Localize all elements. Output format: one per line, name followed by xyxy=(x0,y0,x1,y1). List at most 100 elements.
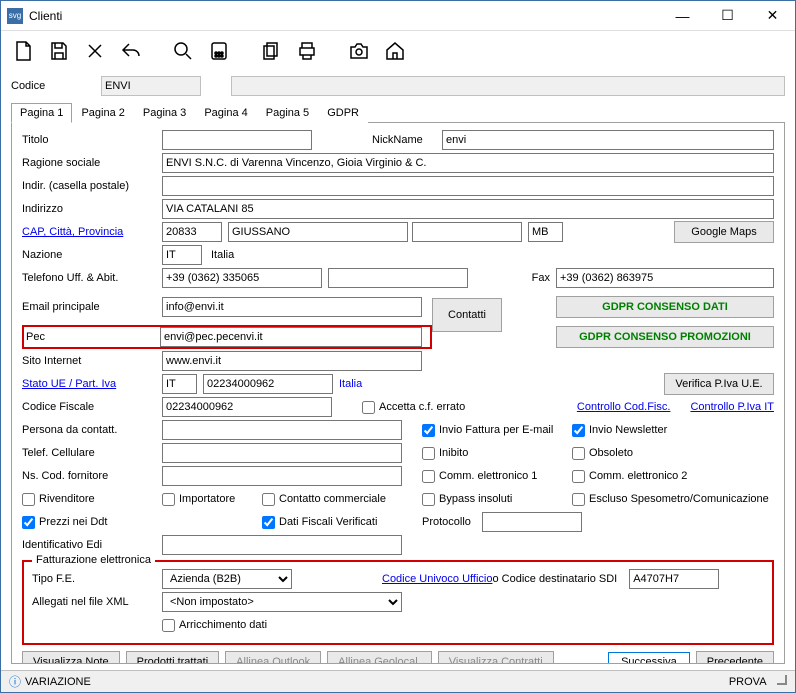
visualizza-note-button[interactable]: Visualizza Note xyxy=(22,651,120,664)
escluso-speso-checkbox[interactable]: Escluso Spesometro/Comunicazione xyxy=(572,493,769,506)
status-right-text: PROVA xyxy=(729,676,766,688)
tab-gdpr[interactable]: GDPR xyxy=(318,103,368,123)
stato-ue-code-input[interactable] xyxy=(162,374,197,394)
cap-input[interactable] xyxy=(162,222,222,242)
contatti-button[interactable]: Contatti xyxy=(432,298,502,332)
prezzi-ddt-checkbox[interactable]: Prezzi nei Ddt xyxy=(22,516,162,529)
gdpr-dati-button[interactable]: GDPR CONSENSO DATI xyxy=(556,296,774,318)
provincia-input[interactable] xyxy=(528,222,563,242)
invio-fattura-checkbox[interactable]: Invio Fattura per E-mail xyxy=(422,424,572,437)
titlebar: svg Clienti — ☐ ✕ xyxy=(1,1,795,31)
bypass-insoluti-checkbox[interactable]: Bypass insoluti xyxy=(422,493,572,506)
importatore-label: Importatore xyxy=(179,493,235,505)
ns-cod-forn-label: Ns. Cod. fornitore xyxy=(22,470,162,482)
importatore-checkbox[interactable]: Importatore xyxy=(162,493,262,506)
gdpr-promo-button[interactable]: GDPR CONSENSO PROMOZIONI xyxy=(556,326,774,348)
ragione-input[interactable] xyxy=(162,153,774,173)
allegati-select[interactable]: <Non impostato> xyxy=(162,592,402,612)
sito-input[interactable] xyxy=(162,351,422,371)
precedente-button[interactable]: Precedente xyxy=(696,651,774,664)
minimize-button[interactable]: — xyxy=(660,1,705,31)
controllo-codfisc-link[interactable]: Controllo Cod.Fisc. xyxy=(577,401,671,413)
citta-input[interactable] xyxy=(228,222,408,242)
tab-pagina5[interactable]: Pagina 5 xyxy=(257,103,318,123)
indir-postale-input[interactable] xyxy=(162,176,774,196)
tab-pagina3[interactable]: Pagina 3 xyxy=(134,103,195,123)
resize-grip-icon[interactable] xyxy=(777,675,787,685)
titolo-input[interactable] xyxy=(162,130,312,150)
tipo-fe-select[interactable]: Azienda (B2B) xyxy=(162,569,292,589)
edi-label: Identificativo Edi xyxy=(22,539,162,551)
undo-icon[interactable] xyxy=(117,37,145,65)
new-icon[interactable] xyxy=(9,37,37,65)
protocollo-input[interactable] xyxy=(482,512,582,532)
copy-icon[interactable] xyxy=(257,37,285,65)
comm-elettr1-checkbox[interactable]: Comm. elettronico 1 xyxy=(422,470,572,483)
arricchimento-label: Arricchimento dati xyxy=(179,619,267,631)
maximize-button[interactable]: ☐ xyxy=(705,1,750,31)
invio-newsletter-label: Invio Newsletter xyxy=(589,424,667,436)
delete-icon[interactable] xyxy=(81,37,109,65)
edi-input[interactable] xyxy=(162,535,402,555)
dati-fiscali-checkbox[interactable]: Dati Fiscali Verificati xyxy=(262,516,422,529)
google-maps-button[interactable]: Google Maps xyxy=(674,221,774,243)
nickname-input[interactable] xyxy=(442,130,774,150)
accetta-cf-checkbox[interactable]: Accetta c.f. errato xyxy=(362,401,465,414)
camera-icon[interactable] xyxy=(345,37,373,65)
telefono-uff-input[interactable] xyxy=(162,268,322,288)
stato-ue-link[interactable]: Stato UE / Part. Iva xyxy=(22,378,162,390)
successiva-button[interactable]: Successiva xyxy=(608,652,690,664)
comm-elettr2-label: Comm. elettronico 2 xyxy=(589,470,687,482)
rivenditore-checkbox[interactable]: Rivenditore xyxy=(22,493,162,506)
cod-fisc-input[interactable] xyxy=(162,397,332,417)
nazione-code-input[interactable] xyxy=(162,245,202,265)
persona-contatt-input[interactable] xyxy=(162,420,402,440)
email-label: Email principale xyxy=(22,301,162,313)
indirizzo-input[interactable] xyxy=(162,199,774,219)
calculator-icon[interactable] xyxy=(205,37,233,65)
prodotti-trattati-button[interactable]: Prodotti trattati xyxy=(126,651,220,664)
tipo-fe-label: Tipo F.E. xyxy=(32,573,162,585)
citta-extra-input[interactable] xyxy=(412,222,522,242)
fax-input[interactable] xyxy=(556,268,774,288)
comm-elettr2-checkbox[interactable]: Comm. elettronico 2 xyxy=(572,470,687,483)
verifica-piva-button[interactable]: Verifica P.Iva U.E. xyxy=(664,373,774,395)
codice-label: Codice xyxy=(11,80,101,92)
cellulare-input[interactable] xyxy=(162,443,402,463)
visualizza-contratti-button[interactable]: Visualizza Contratti xyxy=(438,651,554,664)
info-icon: ⓘ xyxy=(9,673,21,690)
codice-dest-input[interactable] xyxy=(629,569,719,589)
ns-cod-forn-input[interactable] xyxy=(162,466,402,486)
obsoleto-checkbox[interactable]: Obsoleto xyxy=(572,447,633,460)
dati-fiscali-label: Dati Fiscali Verificati xyxy=(279,516,377,528)
contatto-comm-checkbox[interactable]: Contatto commerciale xyxy=(262,493,422,506)
piva-input[interactable] xyxy=(203,374,333,394)
home-icon[interactable] xyxy=(381,37,409,65)
pec-input[interactable] xyxy=(160,327,422,347)
tab-pagina2[interactable]: Pagina 2 xyxy=(72,103,133,123)
print-icon[interactable] xyxy=(293,37,321,65)
nazione-label: Nazione xyxy=(22,249,162,261)
ragione-label: Ragione sociale xyxy=(22,157,162,169)
telefono-abit-input[interactable] xyxy=(328,268,468,288)
tab-pagina1[interactable]: Pagina 1 xyxy=(11,103,72,123)
codice-univoco-link[interactable]: Codice Univoco Ufficio xyxy=(382,573,492,585)
pec-label: Pec xyxy=(24,331,160,343)
arricchimento-checkbox[interactable]: Arricchimento dati xyxy=(162,619,267,632)
inibito-checkbox[interactable]: Inibito xyxy=(422,447,572,460)
cap-citta-link[interactable]: CAP, Città, Provincia xyxy=(22,226,162,238)
codice-input[interactable] xyxy=(101,76,201,96)
close-button[interactable]: ✕ xyxy=(750,1,795,31)
nazione-name xyxy=(208,245,774,265)
controllo-piva-it-link[interactable]: Controllo P.Iva IT xyxy=(690,401,774,413)
tab-bar: Pagina 1 Pagina 2 Pagina 3 Pagina 4 Pagi… xyxy=(11,102,785,123)
search-icon[interactable] xyxy=(169,37,197,65)
email-input[interactable] xyxy=(162,297,422,317)
allinea-outlook-button[interactable]: Allinea Outlook xyxy=(225,651,321,664)
save-icon[interactable] xyxy=(45,37,73,65)
codice-desc-input[interactable] xyxy=(231,76,785,96)
tab-pagina4[interactable]: Pagina 4 xyxy=(195,103,256,123)
allinea-geolocal-button[interactable]: Allinea Geolocal. xyxy=(327,651,432,664)
invio-newsletter-checkbox[interactable]: Invio Newsletter xyxy=(572,424,667,437)
window-title: Clienti xyxy=(29,9,62,23)
